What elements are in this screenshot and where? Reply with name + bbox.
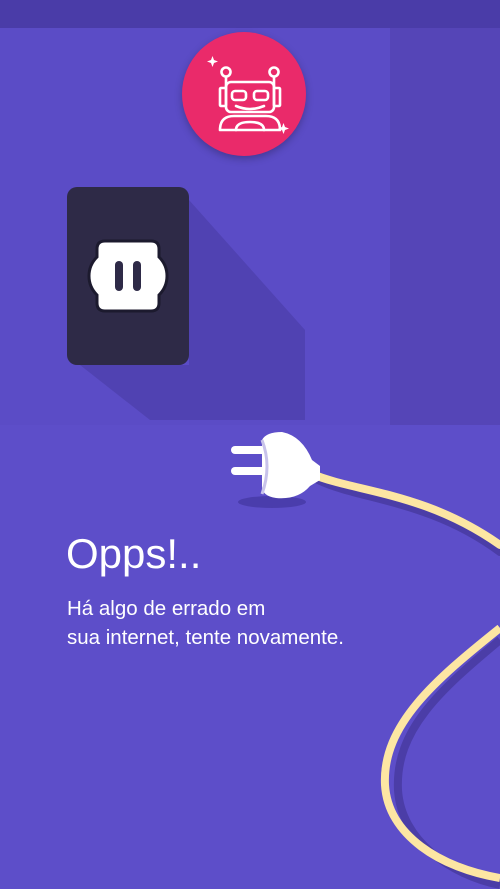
plug-prong-top [231, 446, 267, 454]
error-message-line-2: sua internet, tente novamente. [67, 626, 344, 649]
power-outlet-icon [87, 239, 169, 313]
robot-icon [207, 56, 289, 134]
error-message-line-1: Há algo de errado em [67, 597, 266, 620]
cable-shadow [314, 476, 500, 556]
plug-shadow [238, 496, 306, 508]
cable-shadow-lower [393, 636, 500, 889]
plug-prong-bottom [231, 467, 267, 475]
error-message: Há algo de errado em sua internet, tente… [67, 594, 427, 652]
error-title: Opps!.. [66, 530, 202, 577]
plug-body [262, 432, 320, 499]
robot-logo-badge [182, 32, 306, 156]
power-outlet [67, 187, 189, 365]
